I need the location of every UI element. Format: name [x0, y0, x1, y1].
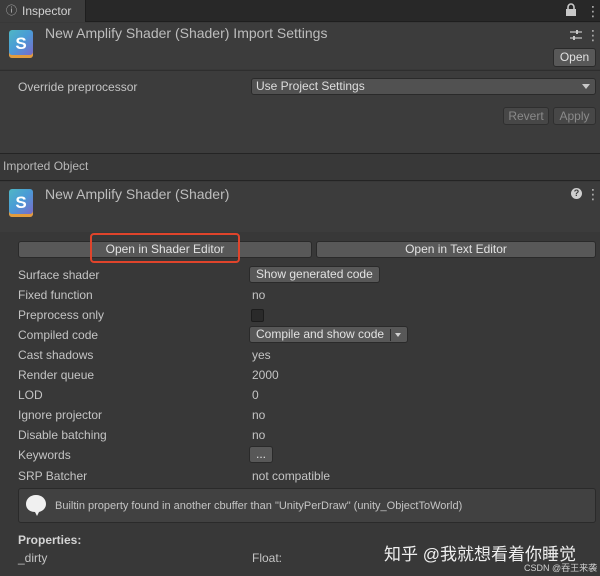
divider — [0, 153, 600, 154]
info-message-text: Builtin property found in another cbuffe… — [55, 500, 462, 512]
property-value: 2000 — [252, 368, 279, 382]
open-in-text-editor-button[interactable]: Open in Text Editor — [316, 241, 596, 258]
chevron-down-icon[interactable] — [395, 333, 401, 337]
property-value: yes — [252, 348, 271, 362]
property-label: Compiled code — [18, 328, 98, 342]
compile-button-label: Compile and show code — [256, 327, 384, 341]
chevron-down-icon — [582, 84, 590, 89]
override-preprocessor-dropdown[interactable]: Use Project Settings — [251, 78, 596, 95]
property-type: Float: — [252, 551, 282, 565]
shader-asset-icon: S — [9, 189, 33, 217]
property-name: _dirty — [18, 551, 47, 565]
kebab-menu-icon[interactable]: ⋮ — [586, 4, 594, 18]
watermark-small: CSDN @吞王来袭 — [524, 561, 597, 574]
imported-object-label: Imported Object — [3, 159, 88, 173]
property-value: no — [252, 408, 265, 422]
tab-label: Inspector — [22, 4, 71, 18]
shader-asset-icon: S — [9, 30, 33, 58]
property-value: no — [252, 288, 265, 302]
keywords-button[interactable]: ... — [249, 446, 273, 463]
tab-inspector[interactable]: ⓘ Inspector — [0, 0, 86, 22]
kebab-menu-icon[interactable]: ⋮ — [586, 187, 594, 201]
import-settings-title: New Amplify Shader (Shader) Import Setti… — [45, 25, 327, 41]
apply-button[interactable]: Apply — [553, 107, 596, 125]
info-message-box: Builtin property found in another cbuffe… — [18, 488, 596, 523]
divider — [0, 180, 600, 181]
property-value: not compatible — [252, 469, 330, 483]
property-label: Cast shadows — [18, 348, 93, 362]
property-label: SRP Batcher — [18, 469, 87, 483]
lock-icon[interactable] — [565, 3, 577, 17]
imported-object-title: New Amplify Shader (Shader) — [45, 186, 229, 202]
property-value: no — [252, 428, 265, 442]
property-label: LOD — [18, 388, 43, 402]
override-preprocessor-label: Override preprocessor — [18, 80, 137, 94]
revert-button[interactable]: Revert — [503, 107, 549, 125]
open-button[interactable]: Open — [553, 48, 596, 67]
property-label: Surface shader — [18, 268, 99, 282]
override-preprocessor-value: Use Project Settings — [256, 79, 365, 93]
property-label: Render queue — [18, 368, 94, 382]
property-label: Fixed function — [18, 288, 93, 302]
property-label: Ignore projector — [18, 408, 102, 422]
property-label: Disable batching — [18, 428, 107, 442]
kebab-menu-icon[interactable]: ⋮ — [586, 28, 594, 42]
speech-bubble-info-icon — [24, 493, 48, 517]
preset-sliders-icon[interactable] — [570, 29, 582, 41]
tab-bar: ⓘ Inspector ⋮ — [0, 0, 600, 22]
highlight-annotation — [90, 233, 240, 263]
property-label: Preprocess only — [18, 308, 104, 322]
show-generated-code-button[interactable]: Show generated code — [249, 266, 380, 283]
properties-heading: Properties: — [18, 533, 81, 547]
property-value: 0 — [252, 388, 259, 402]
inspector-icon: ⓘ — [6, 5, 18, 17]
split-separator — [390, 329, 391, 341]
property-label: Keywords — [18, 448, 71, 462]
preprocess-only-checkbox[interactable] — [251, 309, 264, 322]
compile-and-show-code-button[interactable]: Compile and show code — [249, 326, 408, 343]
help-icon[interactable]: ? — [571, 188, 582, 199]
